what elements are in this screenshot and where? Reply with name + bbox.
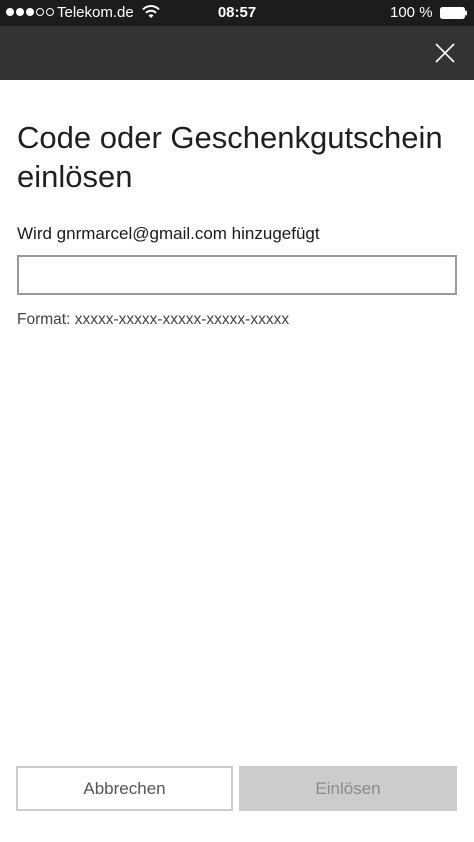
page-title: Code oder Geschenkgutschein einlösen	[17, 120, 443, 194]
battery-percentage: 100 %	[390, 4, 433, 21]
code-input[interactable]	[17, 255, 457, 295]
status-bar: Telekom.de 08:57 100 %	[0, 0, 474, 26]
cancel-button[interactable]: Abbrechen	[16, 766, 233, 811]
redeem-button[interactable]: Einlösen	[239, 766, 457, 811]
header-bar	[0, 26, 474, 80]
battery-icon	[440, 7, 467, 19]
account-label: Wird gnrmarcel@gmail.com hinzugefügt	[17, 224, 320, 243]
close-button[interactable]	[426, 34, 464, 72]
format-hint: Format: xxxxx-xxxxx-xxxxx-xxxxx-xxxxx	[17, 311, 290, 328]
close-icon	[435, 43, 455, 63]
